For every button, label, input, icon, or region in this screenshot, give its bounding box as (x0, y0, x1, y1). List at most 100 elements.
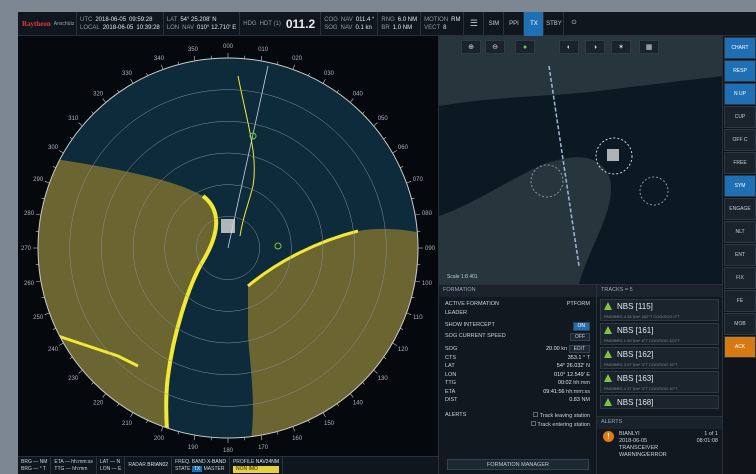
zoom-out-button[interactable]: ⊖ (485, 40, 505, 54)
edit-button[interactable]: EDIT (568, 345, 590, 353)
mob-button[interactable]: MOB (724, 313, 756, 335)
resp-button[interactable]: RESP (724, 60, 756, 82)
alert-count: 1 of 1 (704, 431, 718, 437)
intercept-label: SHOW INTERCEPT (445, 322, 495, 328)
ttg-unit: hh:mm (573, 380, 590, 386)
bearing-tick (52, 166, 56, 168)
latlon-cell: LAT — N LON — E (97, 457, 126, 474)
tx-button[interactable]: TX (523, 12, 544, 36)
track-item[interactable]: NBS [115] RNG/BRG 4.38 Nm* 262°T COG/SOG … (600, 299, 719, 321)
leader-label: LEADER (445, 309, 468, 316)
ppi-button[interactable]: PPI (503, 12, 523, 36)
bearing-label: 080 (422, 211, 433, 217)
day-night-button[interactable]: ◐ (559, 40, 579, 54)
track-info: RNG/BRG 4.38 Nm* 262°T COG/SOG 0°T (604, 314, 680, 319)
sog-current-toggle[interactable]: OFF (570, 332, 590, 341)
settings-button[interactable]: ✶ (611, 40, 631, 54)
track-icon (604, 374, 612, 382)
engage-button[interactable]: ENGAGE (724, 198, 756, 220)
dist-label: DIST (445, 397, 458, 403)
eta-unit: hh:mm:ss (71, 458, 93, 465)
bearing-label: 230 (68, 376, 79, 382)
radar-cell[interactable]: RADAR BRIAN02 (125, 457, 173, 474)
bearing-tick (362, 111, 365, 114)
active-formation-value[interactable]: PTFORM (567, 301, 590, 308)
bearing-tick (308, 72, 310, 76)
dist-unit: NM (581, 397, 590, 403)
bearing-tick (102, 393, 107, 398)
alert-body[interactable]: BIANLYI 2018-06-05 TRANSCEIVER WARNING/E… (619, 431, 667, 459)
radar-ppi[interactable]: 000 010 020 030 040 050 060 070 080 090 100 110 120 1… (18, 36, 438, 456)
track-name: NBS [168] (617, 398, 654, 407)
sog-value: 20.00 (545, 346, 560, 352)
sim-button[interactable]: SIM (483, 12, 503, 36)
cts-value: 353.1 (567, 354, 582, 361)
track-item[interactable]: NBS [163] RNG/BRG 4.37 Nm* 3°T COG/SOG 10… (600, 371, 719, 393)
warning-icon: ! (603, 431, 614, 442)
free-button[interactable]: FREE (724, 152, 756, 174)
chart-layers-button[interactable]: ▦ (639, 40, 659, 54)
cup-button[interactable]: CUP (724, 106, 756, 128)
north-up-button[interactable]: N UP (724, 83, 756, 105)
tracks-header: TRACKS = 5 (597, 285, 722, 297)
sym-button[interactable]: SYM (724, 175, 756, 197)
local-label: LOCAL (80, 24, 100, 31)
ack-button[interactable]: ACK (724, 336, 756, 358)
logo: Raytheon Anschütz (18, 12, 76, 36)
chart-own-ship[interactable] (607, 149, 619, 161)
off-center-button[interactable]: OFF C (724, 129, 756, 151)
bearing-label: 100 (422, 281, 433, 287)
zoom-in-button[interactable]: ⊕ (461, 40, 481, 54)
formation-manager-button[interactable]: FORMATION MANAGER (447, 459, 589, 470)
brg-cell: BRG — NM BRG — ° T (18, 457, 52, 474)
track-item[interactable]: NBS [161] RNG/BRG 1.99 Nm* 8°T COG/SOG 32… (600, 323, 719, 345)
chart-panel[interactable]: ⊕ ⊖ ● ◐ ◑ ✶ ▦ Scale 1:8 401 (438, 36, 723, 284)
chart-button[interactable]: CHART (724, 37, 756, 59)
lon-label: LON (445, 371, 457, 378)
hdg-value: 011.2 (285, 16, 316, 31)
freq-cell[interactable]: FREQ. BAND X-BAND STATE TX MASTER (172, 457, 230, 474)
utc-time: 09:59:28 (129, 16, 153, 23)
bearing-label: 190 (188, 445, 199, 451)
bearing-label: 250 (33, 315, 44, 321)
lat-value: 54° 26.032' (556, 363, 585, 369)
bearing-label: 240 (48, 347, 59, 353)
cog-sog-cell: COG NAV 011.4 ° SOG NAV 0.1 kn (320, 12, 377, 36)
brg-unit: NM (39, 458, 48, 465)
lon-label: LON (99, 465, 111, 472)
alerts-panel: ALERTS ! BIANLYI 2018-06-05 TRANSCEIVER … (596, 416, 722, 474)
power-button[interactable]: ⏻ (563, 12, 583, 36)
own-ship-symbol[interactable] (221, 219, 235, 233)
hdg-source: HDT (1) (259, 20, 281, 27)
fe-button[interactable]: FE (724, 290, 756, 312)
eta-label: ETA (445, 388, 456, 395)
bearing-tick (292, 64, 295, 70)
fix-button[interactable]: FIX (724, 267, 756, 289)
nlt-button[interactable]: NLT (724, 221, 756, 243)
time-cell: UTC 2018-06-05 09:59:28 LOCAL 2018-06-05 10:… (76, 12, 163, 36)
ttg-value: 00:02 (557, 380, 572, 386)
intercept-toggle[interactable]: ON (572, 322, 590, 331)
ent-button[interactable]: ENT (724, 244, 756, 266)
contrast-button[interactable]: ◑ (585, 40, 605, 54)
bearing-label: 350 (188, 47, 199, 53)
profile-cell[interactable]: PROFILE NAV24NM NON IMO (230, 457, 283, 474)
checkbox[interactable] (530, 421, 536, 426)
checkbox[interactable] (533, 411, 539, 417)
menu-button[interactable]: ☰ (463, 12, 483, 36)
bearing-label: 300 (48, 145, 59, 151)
brand-name: Raytheon (22, 19, 51, 28)
stby-button[interactable]: STBY (543, 12, 563, 36)
track-item[interactable]: NBS [168] (600, 395, 719, 409)
track-item[interactable]: NBS [162] RNG/BRG 3.97 Nm* 3°T COG/SOG 15… (600, 347, 719, 369)
bearing-tick (411, 296, 415, 299)
active-formation-label: ACTIVE FORMATION (445, 301, 499, 307)
brightness-icon: ◐ (566, 43, 572, 51)
bearing-label: 120 (398, 347, 409, 353)
motion-cell[interactable]: MOTION RM VECT 8 (420, 12, 463, 36)
chart-svg (439, 36, 723, 284)
bearing-label: 020 (292, 56, 303, 62)
lon-value: 010° 12.549' (554, 371, 585, 378)
layer-button[interactable]: ● (515, 40, 535, 54)
heading-cell[interactable]: HDG HDT (1) 011.2 (239, 12, 320, 36)
